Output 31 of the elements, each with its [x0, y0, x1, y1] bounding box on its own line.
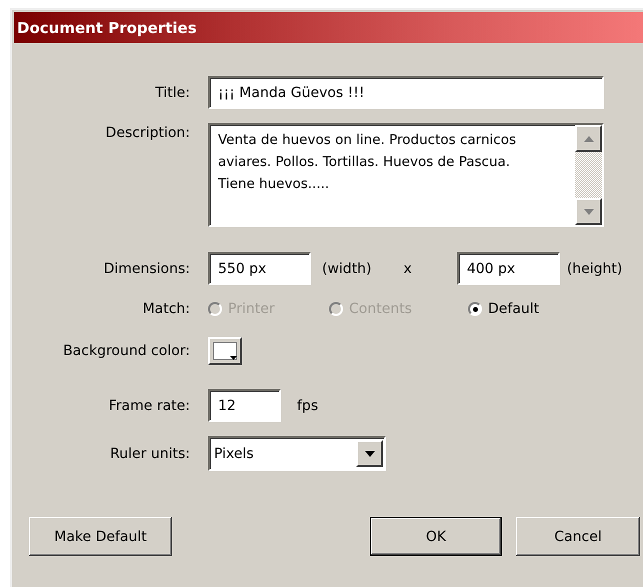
- dialog-button[interactable]: Cancel: [516, 517, 640, 556]
- color-picker-button[interactable]: [208, 337, 242, 365]
- down-arrow-icon: [584, 208, 594, 214]
- field-label: Match:: [142, 301, 191, 317]
- height-field[interactable]: 400 px: [456, 252, 560, 285]
- field-label: Frame rate:: [108, 398, 191, 414]
- description-text: Venta de huevos on line. Productos carnicos aviares. Pollos. Tortillas. Huevos de Pascua. Tiene huevos.....: [217, 131, 517, 194]
- dialog-button[interactable]: OK: [370, 517, 502, 556]
- field-label: Title:: [154, 84, 191, 100]
- up-arrow-icon: [584, 136, 594, 142]
- separator-label: x: [404, 260, 412, 276]
- ruler-units-dropdown[interactable]: Pixels: [208, 436, 386, 471]
- scroll-down-button[interactable]: [575, 198, 602, 225]
- field-label: Background color:: [62, 343, 191, 359]
- frame-rate-field[interactable]: 12: [208, 389, 281, 422]
- scrollbar[interactable]: [575, 125, 602, 225]
- unit-label: fps: [297, 398, 318, 414]
- scroll-up-button[interactable]: [575, 125, 602, 152]
- radio-option[interactable]: Default: [468, 301, 588, 317]
- unit-label: (height): [566, 260, 622, 276]
- description-field[interactable]: Venta de huevos on line. Productos carnicos aviares. Pollos. Tortillas. Huevos de Pascua. Tiene huevos.....: [208, 123, 604, 227]
- dialog-button[interactable]: Make Default: [29, 517, 172, 556]
- field-label: Dimensions:: [102, 260, 191, 276]
- caret-icon: [364, 450, 374, 456]
- field-label: Description:: [104, 124, 191, 141]
- window-title: Document Properties: [14, 12, 643, 43]
- unit-label: (width): [322, 260, 372, 276]
- title-field[interactable]: ¡¡¡ Manda Güevos !!!: [208, 76, 604, 109]
- caret-icon: [230, 356, 237, 360]
- width-field[interactable]: 550 px: [208, 252, 311, 285]
- field-label: Ruler units:: [109, 446, 191, 462]
